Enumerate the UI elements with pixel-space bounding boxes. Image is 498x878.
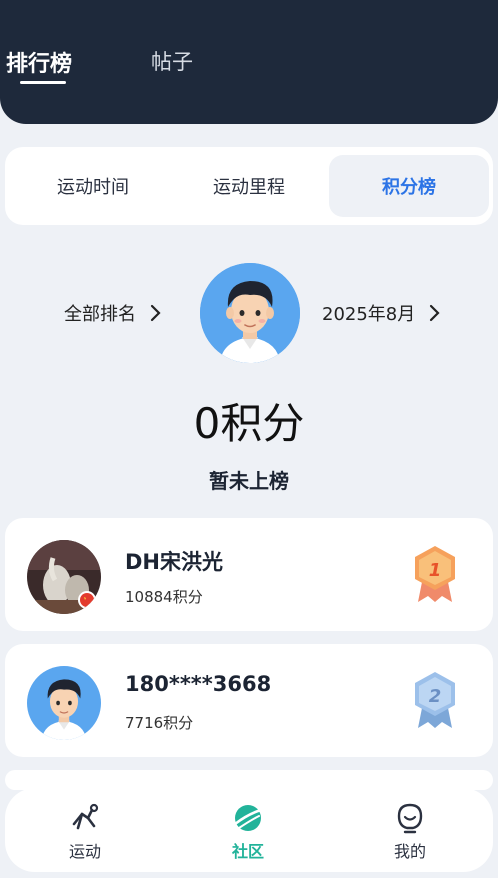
nav-profile[interactable]: 我的: [360, 802, 460, 862]
my-rank-status: 暂未上榜: [209, 469, 289, 493]
bottom-nav: 运动 社区 我的: [5, 788, 493, 872]
nav-community-label: 社区: [231, 842, 264, 861]
ranking-type-selector: 运动时间 运动里程 积分榜: [5, 147, 493, 225]
chevron-right-icon: [430, 304, 440, 322]
segment-exercise-time[interactable]: 运动时间: [13, 155, 173, 217]
rank-1-medal-icon: 1: [415, 546, 455, 602]
rank-2-medal-icon: 2: [415, 672, 455, 728]
tab-leaderboard[interactable]: 排行榜: [6, 46, 72, 78]
nav-exercise[interactable]: 运动: [35, 802, 135, 862]
leaderboard-row[interactable]: 180****3668 7716积分 2: [5, 644, 493, 757]
nav-exercise-label: 运动: [68, 842, 101, 861]
user-avatar: [27, 666, 101, 740]
user-name: DH宋洪光: [125, 550, 224, 574]
rank-number: 2: [429, 686, 442, 707]
leaderboard-row-partial: [5, 770, 493, 790]
chevron-right-icon: [150, 304, 161, 322]
ranking-scope-label: 全部排名: [64, 304, 136, 325]
user-points: 7716积分: [125, 714, 194, 732]
rank-number: 1: [429, 560, 442, 581]
run-icon: [72, 803, 99, 830]
my-avatar: [200, 263, 300, 363]
segment-exercise-distance[interactable]: 运动里程: [169, 155, 329, 217]
planet-icon: [233, 805, 263, 831]
ranking-scope-selector[interactable]: 全部排名: [64, 300, 162, 326]
user-name: 180****3668: [125, 672, 272, 696]
user-points: 10884积分: [125, 588, 203, 606]
tab-posts[interactable]: 帖子: [151, 46, 193, 76]
nav-profile-label: 我的: [393, 842, 426, 861]
active-tab-indicator: [20, 81, 66, 84]
leaderboard-row[interactable]: DH宋洪光 10884积分 1: [5, 518, 493, 631]
my-score: 0积分: [193, 399, 305, 448]
nav-community[interactable]: 社区: [198, 802, 298, 862]
period-label: 2025年8月: [322, 304, 416, 325]
segment-points[interactable]: 积分榜: [329, 155, 489, 217]
user-avatar: [27, 540, 101, 614]
top-header: 排行榜 帖子: [0, 0, 498, 124]
face-icon: [397, 803, 423, 834]
period-selector[interactable]: 2025年8月: [322, 300, 441, 326]
